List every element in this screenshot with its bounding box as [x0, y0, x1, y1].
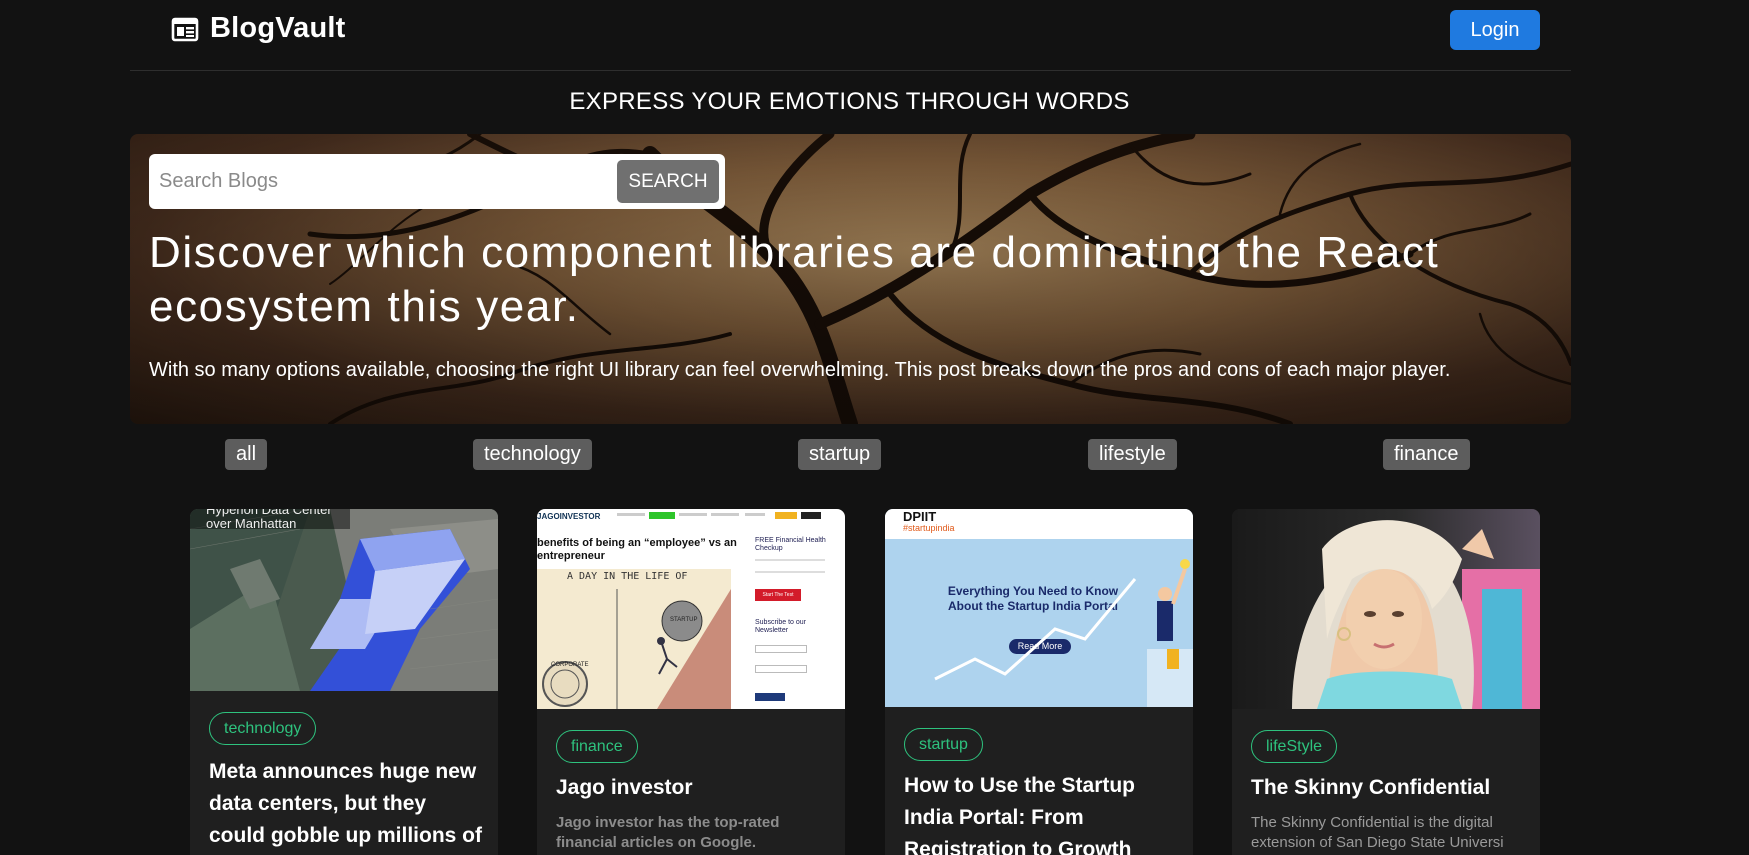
card-tag: finance [556, 730, 638, 763]
login-button[interactable]: Login [1450, 10, 1540, 50]
card-title[interactable]: Meta announces huge new data centers, bu… [209, 756, 484, 852]
card-tag: technology [209, 712, 317, 745]
image-growth-illustration [934, 559, 1193, 707]
search-bar: SEARCH [149, 154, 725, 209]
hero-title: Discover which component libraries are d… [149, 228, 1440, 331]
image-comic: A DAY IN THE LIFE OF STARTUP CORPORATE [537, 569, 731, 709]
category-lifestyle[interactable]: lifestyle [1088, 439, 1177, 470]
hero-description: With so many options available, choosing… [149, 359, 1451, 381]
image-comic-label-startup: STARTUP [670, 617, 698, 623]
card-tag: lifeStyle [1251, 730, 1338, 763]
image-caption: Hyperion Data Center over Manhattan [206, 509, 332, 531]
card-title[interactable]: Jago investor [556, 772, 831, 804]
card-image: Hyperion Data Center over Manhattan [190, 509, 498, 691]
image-side-title: FREE Financial Health Checkup [755, 537, 826, 552]
image-side-lines [755, 559, 825, 573]
image-comic-label-corporate: CORPORATE [551, 662, 589, 668]
blog-card[interactable]: DPIIT #startupindia Everything You Need … [885, 509, 1193, 855]
category-filters: all technology startup lifestyle finance [0, 439, 1749, 470]
card-title[interactable]: The Skinny Confidential [1251, 772, 1526, 804]
image-form-button [755, 693, 785, 701]
card-image: DPIIT #startupindia Everything You Need … [885, 509, 1193, 707]
brand[interactable]: BlogVault [170, 12, 346, 45]
blog-card[interactable]: lifeStyle The Skinny Confidential The Sk… [1232, 509, 1540, 855]
card-image: JAGOINVESTOR benefits of being an “emplo… [537, 509, 845, 709]
brand-name: BlogVault [210, 12, 346, 44]
search-button[interactable]: SEARCH [617, 160, 719, 203]
top-navbar: BlogVault Login [130, 0, 1571, 71]
image-form-field [755, 665, 807, 673]
card-image [1232, 509, 1540, 709]
image-brand: JAGOINVESTOR [537, 512, 601, 521]
blog-card[interactable]: Hyperion Data Center over Manhattan tech… [190, 509, 498, 855]
card-description: Jago investor has the top-rated financia… [556, 814, 780, 851]
card-tag: startup [904, 728, 983, 761]
card-title[interactable]: How to Use the Startup India Portal: Fro… [904, 770, 1179, 855]
image-nav-bar [617, 512, 837, 519]
category-finance[interactable]: finance [1383, 439, 1470, 470]
image-form-field [755, 645, 807, 653]
newspaper-icon [171, 17, 199, 41]
search-input[interactable] [149, 154, 609, 209]
image-subscribe: Subscribe to our Newsletter [755, 619, 806, 634]
portrait-photo [1292, 520, 1540, 709]
card-description: The Skinny Confidential is the digital e… [1251, 814, 1504, 851]
page-tagline: EXPRESS YOUR EMOTIONS THROUGH WORDS [569, 88, 1130, 115]
blog-card[interactable]: JAGOINVESTOR benefits of being an “emplo… [537, 509, 845, 855]
category-startup[interactable]: startup [798, 439, 882, 470]
category-technology[interactable]: technology [473, 439, 592, 470]
category-all[interactable]: all [225, 439, 268, 470]
data-center-aerial-image [190, 509, 498, 691]
hero-banner: SEARCH Discover which component librarie… [130, 134, 1571, 424]
image-headline: benefits of being an “employee” vs an en… [537, 537, 737, 562]
image-side-button: Start The Test [755, 589, 801, 601]
